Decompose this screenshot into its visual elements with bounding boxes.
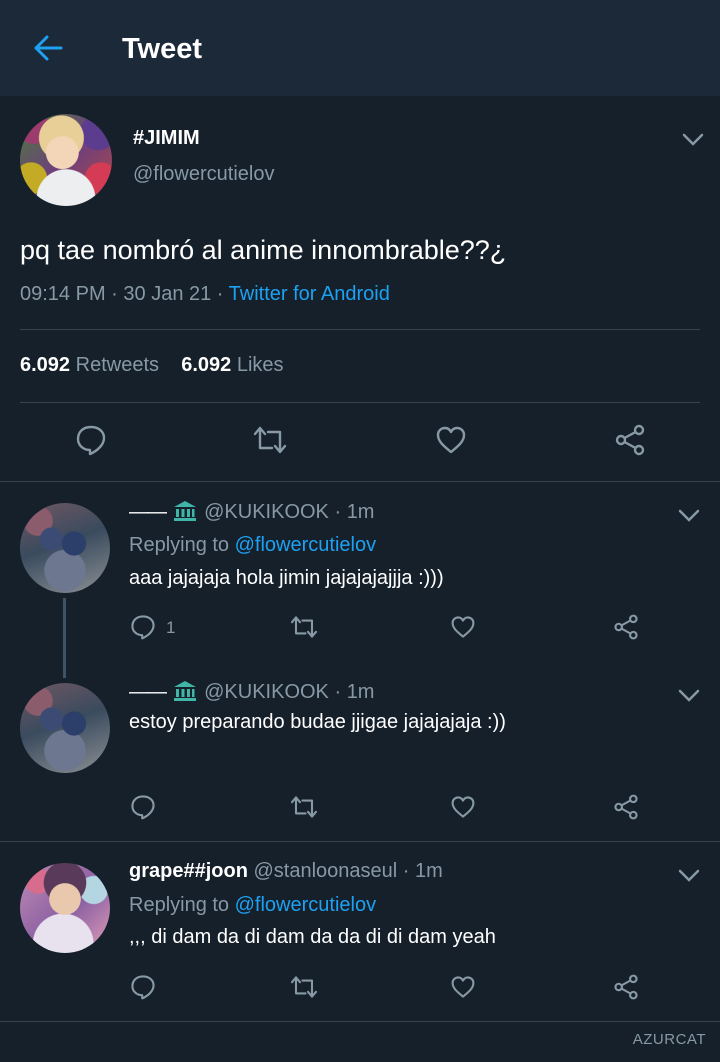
back-arrow-icon[interactable] [28,30,68,66]
heart-icon[interactable] [448,612,478,642]
replying-to-link[interactable]: @flowercutielov [235,894,376,916]
tweet-text: pq tae nombró al anime innombrable??¿ [20,235,507,265]
bank-icon [173,680,197,708]
tweet-date: 30 Jan 21 [123,283,212,305]
reply-header: —— @KUKIKOOK · 1m [129,500,374,528]
share-icon[interactable] [611,422,649,458]
reply-display-name[interactable]: grape##joon [129,860,248,882]
reply-icon[interactable] [128,972,158,1002]
share-icon[interactable] [611,972,641,1002]
share-icon[interactable] [611,792,641,822]
heart-icon[interactable] [448,792,478,822]
retweet-icon[interactable] [288,612,320,642]
divider [0,1021,720,1022]
chevron-down-icon[interactable] [675,865,703,887]
replying-to-label: Replying to [129,894,230,916]
reply-header: grape##joon @stanloonaseul · 1m [129,860,443,882]
reply-display-name[interactable]: —— [129,501,167,523]
share-icon[interactable] [611,612,641,642]
thread-line [63,598,66,678]
reply-handle[interactable]: @stanloonaseul [253,860,397,882]
heart-icon[interactable] [448,972,478,1002]
tweet-stats: 6.092 Retweets 6.092 Likes [20,354,284,377]
reply-icon[interactable] [128,612,158,642]
reply-time: 1m [346,681,375,703]
likes-label[interactable]: Likes [237,354,284,376]
reply-time: 1m [415,860,443,882]
watermark: AZURCAT [632,1031,706,1048]
reply-handle[interactable]: @KUKIKOOK [204,501,329,523]
divider [20,329,700,330]
reply-text: aaa jajajaja hola jimin jajajajajjja :))… [129,567,444,589]
retweet-icon[interactable] [288,792,320,822]
reply-icon[interactable] [128,792,158,822]
retweets-count[interactable]: 6.092 [20,354,70,376]
reply-time: 1m [346,501,375,523]
author-handle[interactable]: @flowercutielov [133,163,274,186]
replying-to: Replying to @flowercutielov [129,534,376,557]
chevron-down-icon[interactable] [675,685,703,707]
tweet-meta: 09:14 PM · 30 Jan 21 · Twitter for Andro… [20,283,390,305]
reply-display-name[interactable]: —— [129,681,167,703]
replying-to: Replying to @flowercutielov [129,894,376,917]
retweets-label[interactable]: Retweets [76,354,159,376]
heart-icon[interactable] [432,422,470,458]
divider [0,481,720,482]
divider [20,402,700,403]
page-title: Tweet [122,33,203,65]
reply-count: 1 [166,618,176,637]
top-bar: Tweet [0,0,720,96]
reply-handle[interactable]: @KUKIKOOK [204,681,329,703]
reply-avatar[interactable] [20,503,110,593]
retweet-icon[interactable] [288,972,320,1002]
reply-avatar[interactable] [20,683,110,773]
author-avatar[interactable] [20,114,112,206]
chevron-down-icon[interactable] [675,505,703,527]
replying-to-label: Replying to [129,534,230,556]
reply-icon[interactable] [72,422,110,458]
bank-icon [173,500,197,528]
reply-text: estoy preparando budae jjigae jajajajaja… [129,711,506,733]
tweet-time: 09:14 PM [20,283,106,305]
tweet-source-link[interactable]: Twitter for Android [229,283,390,305]
chevron-down-icon[interactable] [679,129,707,151]
reply-text: ,,, di dam da di dam da da di di dam yea… [129,926,496,948]
reply-avatar[interactable] [20,863,110,953]
reply-header: —— @KUKIKOOK · 1m [129,680,374,708]
likes-count[interactable]: 6.092 [181,354,231,376]
author-display-name[interactable]: #JIMIM [133,127,200,150]
retweet-icon[interactable] [250,422,290,458]
replying-to-link[interactable]: @flowercutielov [235,534,376,556]
divider [0,841,720,842]
